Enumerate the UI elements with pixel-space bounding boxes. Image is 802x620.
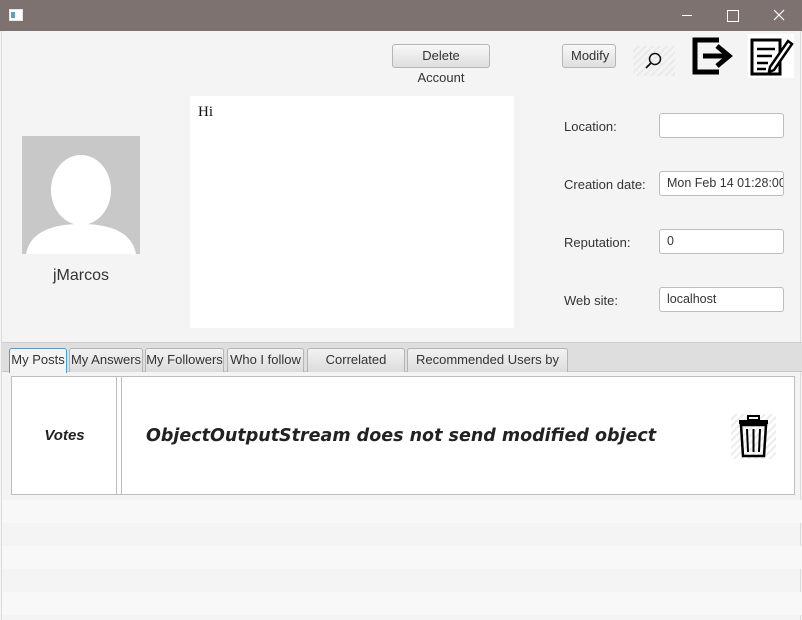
close-icon [773, 9, 785, 21]
empty-list-row [2, 500, 802, 523]
location-label: Location: [564, 119, 617, 134]
tab-correlated-users[interactable]: Correlated Users [307, 348, 405, 389]
list-item[interactable]: Votes ObjectOutputStream does not send m… [11, 376, 795, 495]
trash-icon [739, 415, 768, 458]
tab-my-posts[interactable]: My Posts [9, 348, 67, 373]
cell-divider [121, 377, 122, 494]
modify-button[interactable]: Modify [562, 44, 616, 68]
reputation-field[interactable]: 0 [659, 229, 784, 254]
location-field[interactable] [659, 113, 784, 138]
votes-box: Votes [12, 377, 117, 494]
website-field[interactable]: localhost [659, 287, 784, 312]
logout-arrow-icon [692, 37, 733, 75]
about-me-textarea[interactable]: Hi [190, 96, 514, 328]
tab-my-followers[interactable]: My Followers [145, 348, 224, 372]
empty-list-row [2, 592, 802, 615]
close-button[interactable] [756, 0, 802, 31]
profile-window: Delete Account Modify jMarcos Hi Locatio… [1, 31, 802, 620]
maximize-button[interactable] [710, 0, 756, 31]
username-label: jMarcos [52, 267, 109, 284]
app-window-icon [9, 9, 23, 21]
website-label: Web site: [564, 293, 618, 308]
tab-bar: My Posts My Answers My Followers Who I f… [2, 343, 802, 389]
posts-list: Votes ObjectOutputStream does not send m… [2, 373, 802, 620]
creation-date-field[interactable]: Mon Feb 14 01:28:00 [659, 171, 784, 196]
empty-list-row [2, 546, 802, 569]
minimize-button[interactable] [664, 0, 710, 31]
votes-label: Votes [44, 427, 85, 444]
magnifier-icon [645, 52, 662, 69]
edit-profile-button[interactable] [748, 34, 794, 78]
search-button[interactable] [633, 46, 675, 76]
delete-account-button[interactable]: Delete Account [392, 44, 490, 85]
delete-post-button[interactable] [731, 414, 776, 459]
tab-who-i-follow[interactable]: Who I follow [227, 348, 304, 372]
edit-document-icon [750, 38, 794, 76]
default-user-avatar [26, 155, 136, 254]
tab-recommended-users-by-tag[interactable]: Recommended Users by Tag [407, 348, 568, 389]
logout-button[interactable] [689, 34, 737, 78]
tab-my-answers[interactable]: My Answers [69, 348, 143, 372]
creation-date-label: Creation date: [564, 177, 646, 192]
post-title[interactable]: ObjectOutputStream does not send modifie… [146, 426, 656, 446]
title-bar [0, 0, 802, 31]
reputation-label: Reputation: [564, 235, 631, 250]
avatar [22, 136, 140, 254]
